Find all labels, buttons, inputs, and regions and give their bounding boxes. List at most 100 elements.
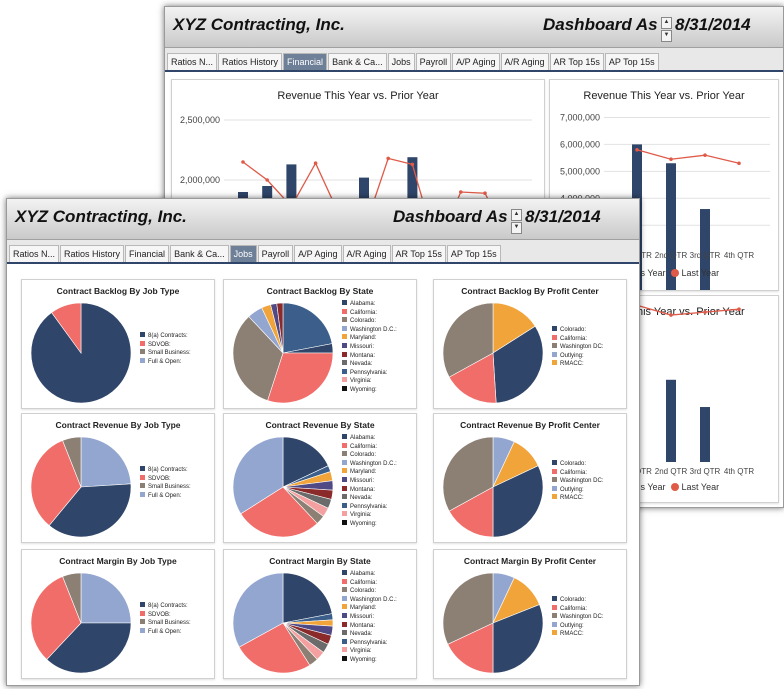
- legend-label: Colorado:: [350, 588, 377, 595]
- chart-title: Contract Margin By State: [269, 556, 371, 566]
- tab-ratios-n[interactable]: Ratios N...: [167, 53, 218, 70]
- legend-label: Montana:: [350, 622, 376, 629]
- legend-item: Washington D.C.:: [342, 595, 397, 605]
- tab-ar-top-15s[interactable]: AR Top 15s: [549, 53, 604, 70]
- chart-title: Contract Revenue By Job Type: [55, 420, 181, 430]
- tab-bank-ca[interactable]: Bank & Ca...: [328, 53, 387, 70]
- legend-swatch: [552, 334, 557, 340]
- pie-slice-full-open[interactable]: [80, 572, 132, 624]
- tab-a-p-aging[interactable]: A/P Aging: [452, 53, 500, 70]
- contract-backlog-by-profit-center-panel: Contract Backlog By Profit Center Colorad…: [433, 279, 627, 409]
- tab-financial[interactable]: Financial: [125, 245, 170, 262]
- legend-item: Montana:: [342, 351, 397, 361]
- legend-item: 8(a) Contracts:: [140, 602, 191, 611]
- spin-up-icon[interactable]: ▲: [511, 209, 522, 221]
- line-point: [241, 160, 245, 164]
- legend-label: California:: [350, 443, 378, 450]
- line-point: [635, 147, 639, 152]
- company-name: XYZ Contracting, Inc.: [173, 15, 345, 34]
- x-tick-label: 4th QTR: [724, 251, 754, 260]
- tab-a-r-aging[interactable]: A/R Aging: [500, 53, 549, 70]
- date-spinner[interactable]: ▲ ▼: [511, 209, 522, 234]
- legend-label: Washington DC:: [560, 478, 604, 485]
- tab-ratios-n[interactable]: Ratios N...: [9, 245, 60, 262]
- legend-label: Missouri:: [350, 477, 375, 484]
- chart-title: Contract Margin By Profit Center: [463, 556, 597, 566]
- legend-label: Full & Open:: [148, 628, 182, 635]
- last-year-dot-icon: [670, 269, 679, 277]
- contract-margin-by-profit-center-panel: Contract Margin By Profit Center Colorado…: [433, 549, 627, 679]
- last-year-dot-icon: [670, 483, 679, 491]
- legend-swatch: [342, 451, 347, 457]
- tab-payroll[interactable]: Payroll: [257, 245, 294, 262]
- legend-item: Missouri:: [342, 476, 397, 486]
- x-tick-label: 4th QTR: [724, 467, 754, 476]
- dashboard-as-label: Dashboard As: [393, 207, 508, 226]
- tab-ratios-history[interactable]: Ratios History: [218, 53, 283, 70]
- legend-swatch: [342, 325, 347, 331]
- legend-label: Missouri:: [350, 343, 375, 350]
- legend-swatch: [552, 326, 557, 331]
- tab-ap-top-15s[interactable]: AP Top 15s: [604, 53, 659, 70]
- legend-label: RMACC:: [560, 631, 584, 638]
- legend-item: 8(a) Contracts:: [140, 332, 191, 341]
- tab-ap-top-15s[interactable]: AP Top 15s: [446, 245, 501, 262]
- legend-label: Small Business:: [148, 484, 191, 491]
- legend-item: Small Business:: [140, 619, 191, 628]
- legend-label: 8(a) Contracts:: [148, 333, 188, 339]
- legend-label: 8(a) Contracts:: [148, 467, 188, 473]
- legend-label: Washington D.C.:: [350, 460, 397, 467]
- legend-swatch: [342, 308, 347, 314]
- spin-up-icon[interactable]: ▲: [661, 17, 672, 29]
- legend-item: Washington D.C.:: [342, 325, 397, 335]
- bar: [666, 379, 676, 462]
- date-spinner[interactable]: ▲ ▼: [661, 17, 672, 42]
- tab-a-r-aging[interactable]: A/R Aging: [342, 245, 391, 262]
- legend-label: Full & Open:: [148, 492, 182, 499]
- legend-label: Washington D.C.:: [350, 596, 397, 603]
- legend-item: Colorado:: [552, 460, 603, 469]
- tab-ar-top-15s[interactable]: AR Top 15s: [391, 245, 446, 262]
- legend-swatch: [342, 630, 347, 636]
- legend-item: Small Business:: [140, 483, 191, 492]
- x-tick-label: 2nd QTR: [655, 467, 688, 476]
- legend-label: Maryland:: [350, 335, 377, 342]
- legend-item: Missouri:: [342, 342, 397, 352]
- legend-label: Wyoming:: [350, 656, 377, 663]
- spin-down-icon[interactable]: ▼: [661, 30, 672, 42]
- title-bar: XYZ Contracting, Inc. Dashboard As ▲ ▼ 8/…: [7, 199, 639, 240]
- legend-item: Virginia:: [342, 647, 397, 656]
- legend-item: California:: [552, 468, 603, 478]
- tab-payroll[interactable]: Payroll: [415, 53, 452, 70]
- legend-swatch: [342, 368, 347, 374]
- spin-down-icon[interactable]: ▼: [511, 222, 522, 234]
- tab-a-p-aging[interactable]: A/P Aging: [294, 245, 342, 262]
- legend-swatch: [342, 612, 347, 618]
- chart-legend: 8(a) Contracts: SDVOB: Small Business: Full…: [140, 602, 191, 636]
- legend-item: Virginia:: [342, 377, 397, 386]
- legend-swatch: [552, 604, 557, 610]
- tab-bank-ca[interactable]: Bank & Ca...: [170, 245, 229, 262]
- legend-swatch: [342, 459, 347, 465]
- legend-item: California:: [342, 442, 397, 452]
- legend-label: Colorado:: [350, 452, 377, 459]
- tab-jobs[interactable]: Jobs: [387, 53, 415, 70]
- legend-label: Washington DC:: [560, 344, 604, 351]
- legend-swatch: [342, 494, 347, 500]
- as-of-date[interactable]: 8/31/2014: [525, 207, 601, 227]
- pie-chart: [30, 572, 132, 674]
- tab-ratios-history[interactable]: Ratios History: [60, 245, 125, 262]
- legend-swatch: [140, 349, 145, 355]
- y-tick-label: 2,000,000: [180, 175, 220, 185]
- pie-slice-full-open[interactable]: [80, 436, 132, 488]
- tab-jobs[interactable]: Jobs: [229, 245, 257, 262]
- chart-legend: Alabama: California: Colorado: Washington D…: [342, 300, 397, 395]
- chart-title: Contract Backlog By Profit Center: [461, 286, 599, 296]
- as-of-date[interactable]: 8/31/2014: [675, 15, 751, 35]
- legend-label: Wyoming:: [350, 386, 377, 393]
- chart-title: Contract Margin By Job Type: [59, 556, 177, 566]
- legend-item: Virginia:: [342, 511, 397, 520]
- tab-financial[interactable]: Financial: [283, 53, 328, 70]
- legend-swatch: [342, 351, 347, 357]
- legend-swatch: [342, 621, 347, 627]
